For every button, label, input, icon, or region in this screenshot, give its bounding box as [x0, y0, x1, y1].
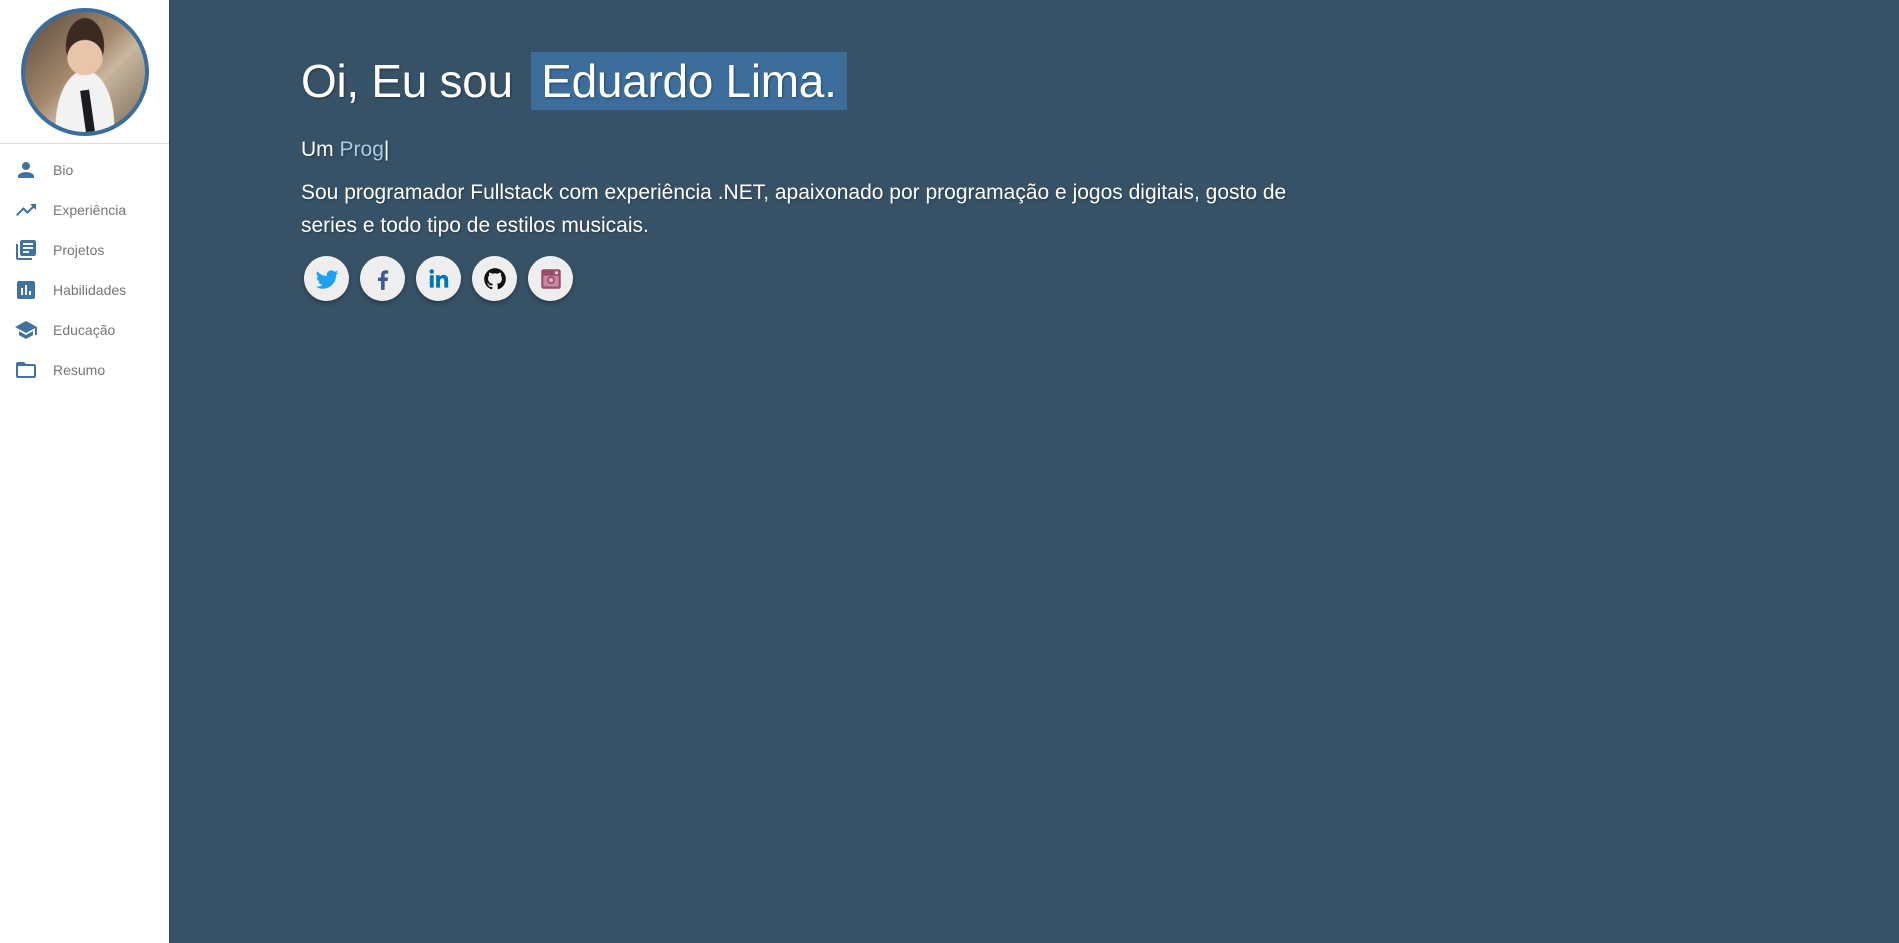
greeting-text: Oi, Eu sou [301, 55, 513, 107]
github-button[interactable] [472, 256, 517, 301]
typing-cursor: | [383, 138, 390, 161]
linkedin-icon [428, 268, 448, 288]
avatar [20, 7, 149, 136]
facebook-icon [377, 269, 388, 290]
linkedin-button[interactable] [416, 256, 461, 301]
github-icon [483, 267, 506, 289]
sidebar-item-experiencia[interactable]: Experiência [0, 190, 169, 230]
bio-text: Sou programador Fullstack com experiênci… [301, 181, 1287, 237]
sidebar-item-label: Habilidades [53, 282, 127, 298]
avatar-container [0, 0, 169, 144]
sidebar-item-resumo[interactable]: Resumo [0, 350, 169, 390]
instagram-icon [540, 268, 561, 289]
sidebar-item-educacao[interactable]: Educação [0, 310, 169, 350]
sidebar-item-label: Resumo [53, 362, 106, 378]
sidebar-item-label: Educação [53, 322, 116, 338]
main-content: Oi, Eu sou Eduardo Lima. Um Prog| Sou pr… [170, 0, 1899, 943]
folder-icon [14, 358, 38, 382]
social-links [301, 256, 1899, 301]
hero-heading: Oi, Eu sou Eduardo Lima. [301, 52, 1899, 110]
sidebar-item-bio[interactable]: Bio [0, 150, 169, 190]
sidebar-item-label: Experiência [53, 202, 127, 218]
role-line: Um Prog| [301, 138, 1899, 162]
name-highlight: Eduardo Lima. [531, 52, 847, 110]
role-prefix: Um [301, 138, 334, 161]
bar-chart-icon [14, 278, 38, 302]
sidebar-item-label: Bio [53, 162, 74, 178]
twitter-icon [315, 269, 338, 289]
sidebar: Bio Experiência Projetos Habilidades Edu… [0, 0, 170, 943]
twitter-button[interactable] [304, 256, 349, 301]
library-books-icon [14, 238, 38, 262]
facebook-button[interactable] [360, 256, 405, 301]
typed-role-text: Prog [339, 138, 384, 161]
sidebar-item-projetos[interactable]: Projetos [0, 230, 169, 270]
sidebar-nav: Bio Experiência Projetos Habilidades Edu… [0, 144, 169, 390]
instagram-button[interactable] [528, 256, 573, 301]
sidebar-item-label: Projetos [53, 242, 105, 258]
person-icon [14, 158, 38, 182]
graduation-cap-icon [14, 318, 38, 342]
sidebar-item-habilidades[interactable]: Habilidades [0, 270, 169, 310]
trending-up-icon [14, 198, 38, 222]
